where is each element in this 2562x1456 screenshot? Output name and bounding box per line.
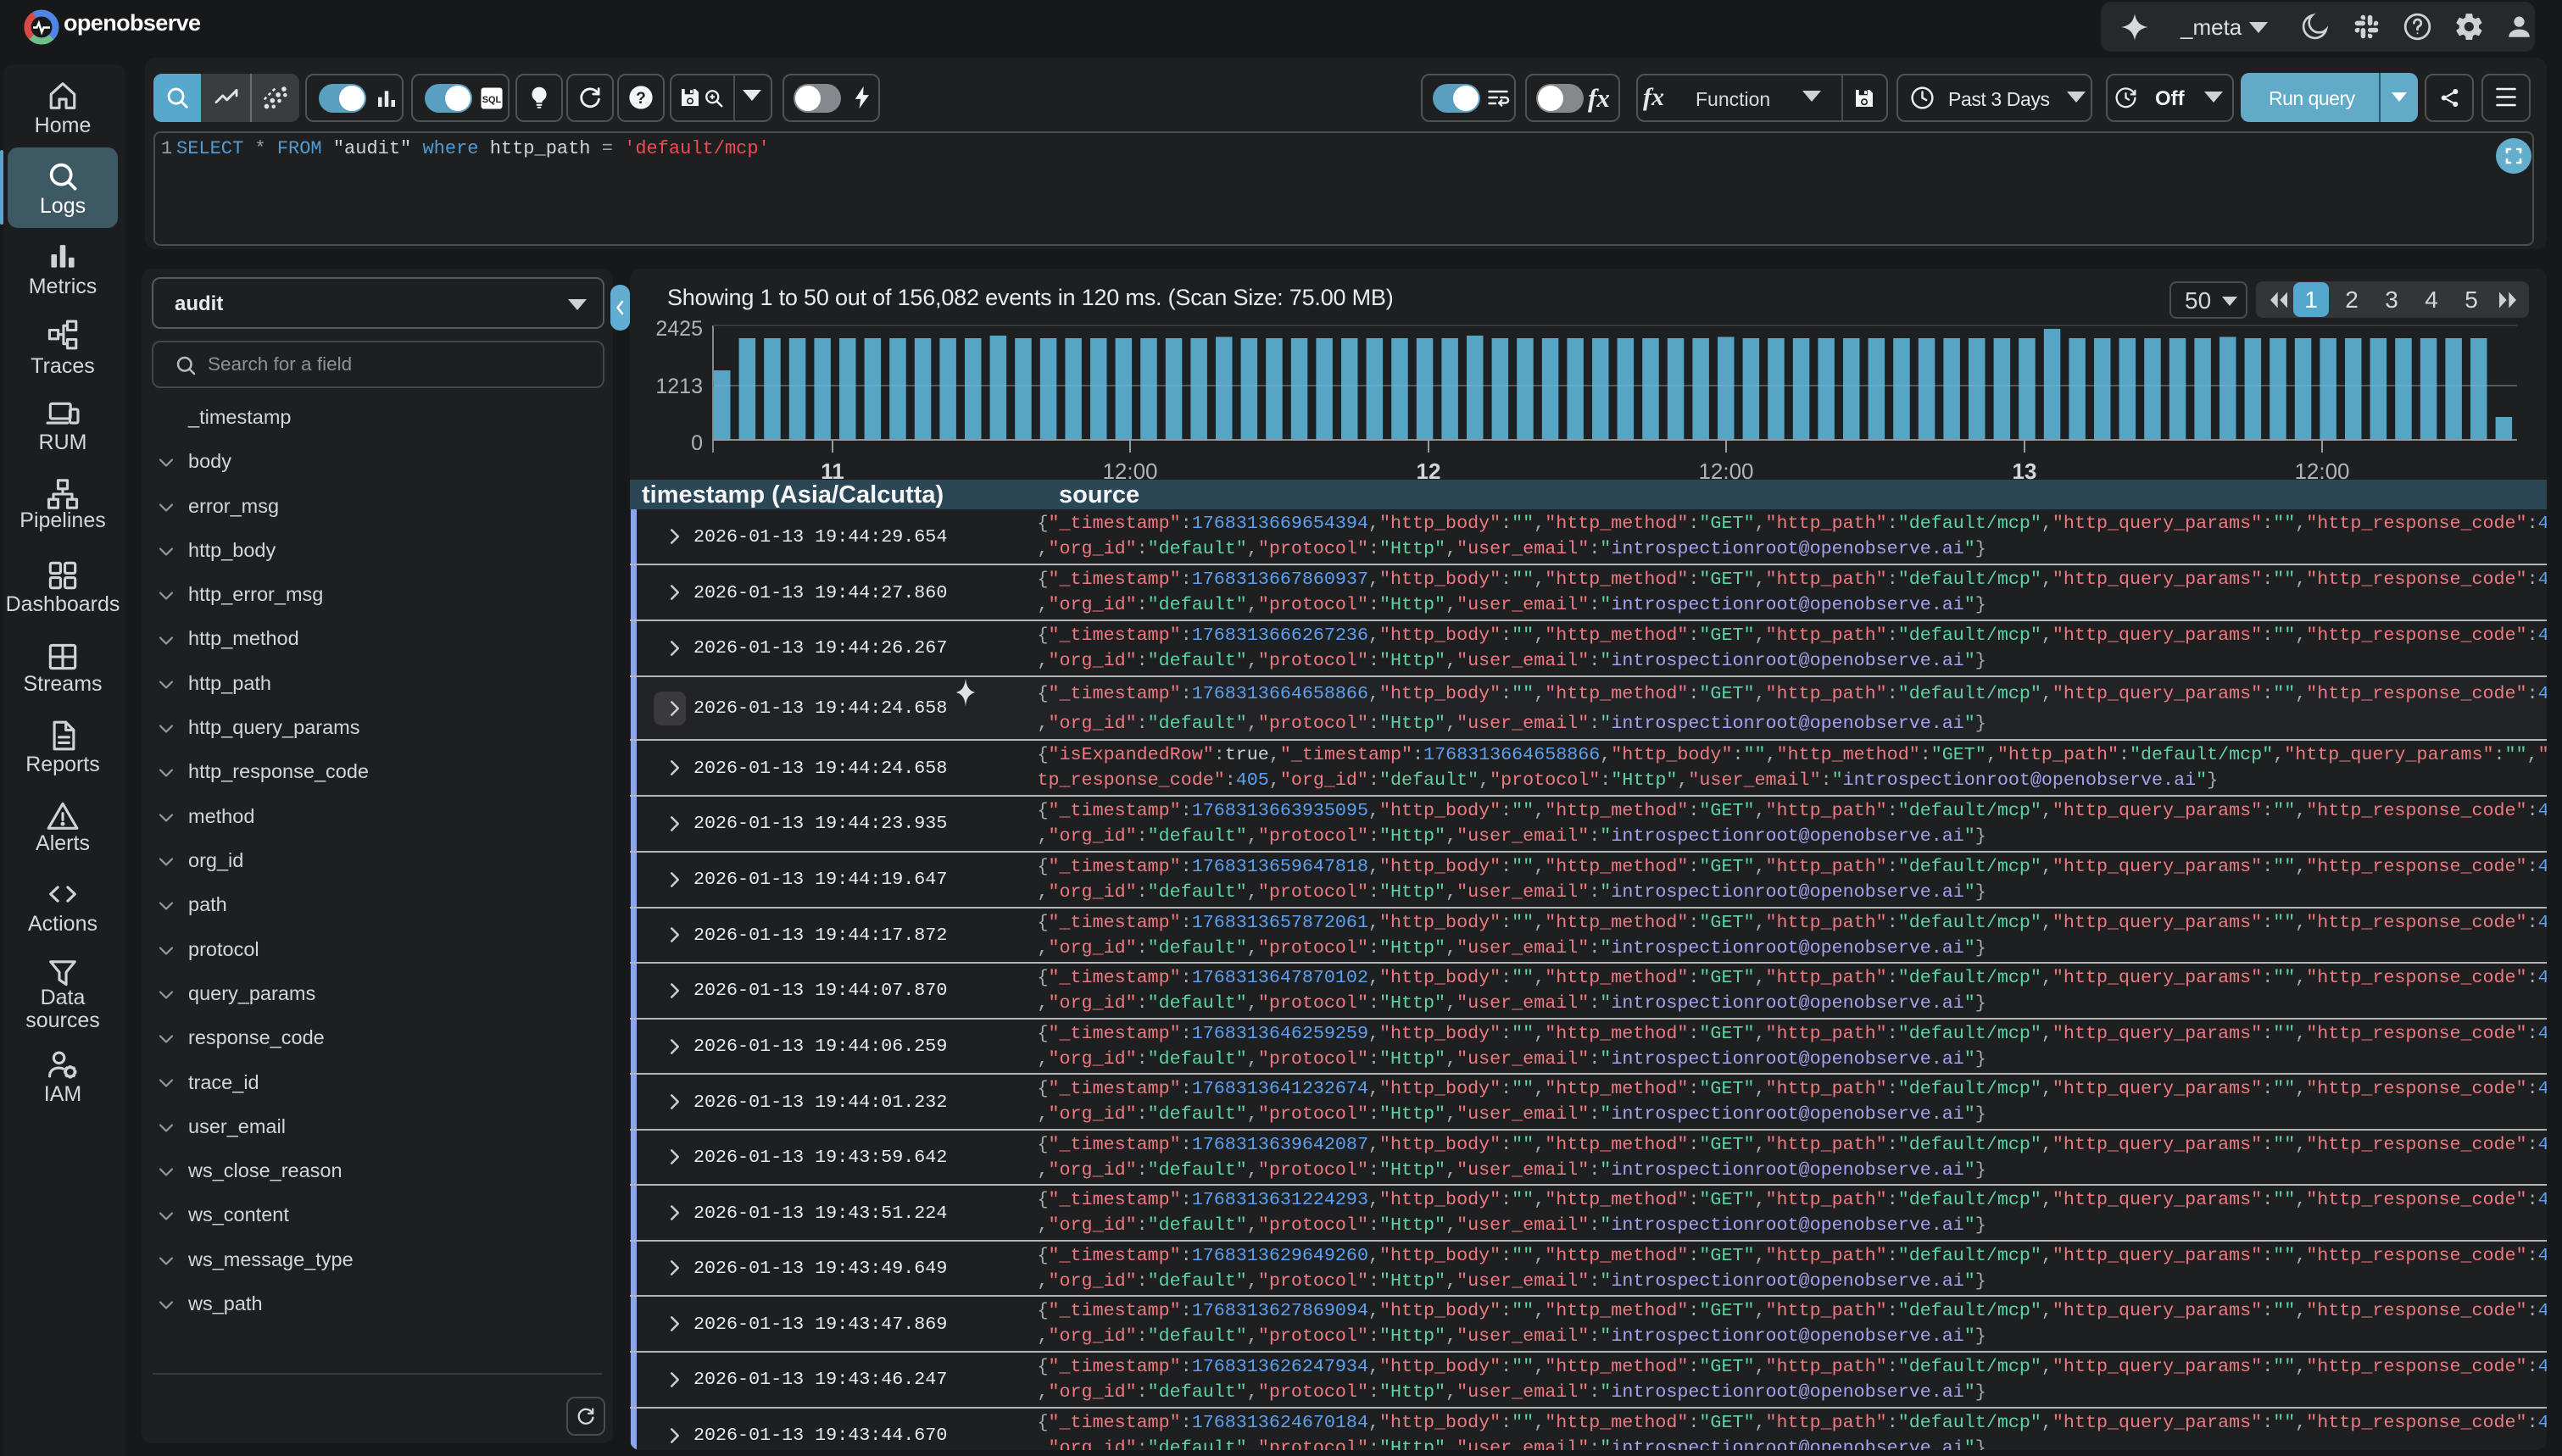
svg-text:?: ?: [636, 90, 646, 108]
svg-text:SQL: SQL: [482, 95, 502, 105]
